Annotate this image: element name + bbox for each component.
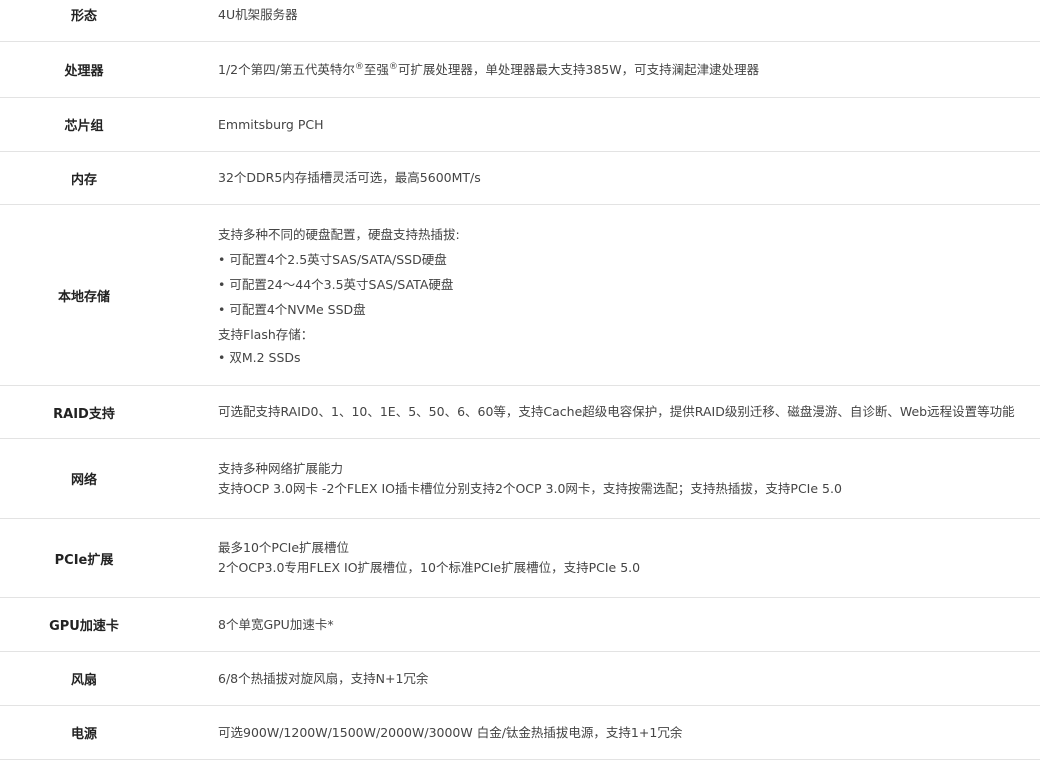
spec-value-line: Emmitsburg PCH (218, 116, 324, 132)
spec-label: 本地存储 (57, 289, 110, 305)
spec-label: 处理器 (64, 64, 104, 79)
spec-value-line: • 可配置4个NVMe SSD盘 (218, 302, 366, 317)
spec-row-memory: 内存 32个DDR5内存插槽灵活可选，最高5600MT/s (0, 152, 1040, 205)
spec-value-line: 可选配支持RAID0、1、10、1E、5、50、6、60等，支持Cache超级电… (218, 404, 1015, 419)
spec-value-line: • 双M.2 SSDs (218, 350, 301, 365)
spec-row-gpu: GPU加速卡 8个单宽GPU加速卡* (0, 598, 1040, 652)
spec-row-form-factor: 形态 4U机架服务器 (0, 0, 1040, 42)
spec-row-raid: RAID支持 可选配支持RAID0、1、10、1E、5、50、6、60等，支持C… (0, 386, 1040, 439)
cpu-text-post: 可扩展处理器，单处理器最大支持385W，可支持澜起津逮处理器 (397, 61, 760, 77)
spec-row-power-supply: 电源 可选900W/1200W/1500W/2000W/3000W 白金/钛金热… (0, 706, 1040, 760)
spec-label: RAID支持 (53, 406, 115, 422)
spec-row-processor: 处理器 1/2个第四/第五代英特尔®至强®可扩展处理器，单处理器最大支持385W… (0, 42, 1040, 98)
spec-value: 1/2个第四/第五代英特尔®至强®可扩展处理器，单处理器最大支持385W，可支持… (168, 60, 1040, 80)
spec-value-line: 4U机架服务器 (218, 7, 298, 22)
spec-value: 4U机架服务器 (168, 0, 1040, 25)
spec-value: Emmitsburg PCH (168, 115, 1040, 135)
spec-value-line: 6/8个热插拔对旋风扇，支持N+1冗余 (218, 670, 429, 686)
spec-value-line: 2个OCP3.0专用FLEX IO扩展槽位，10个标准PCIe扩展槽位，支持PC… (218, 560, 641, 575)
spec-label: GPU加速卡 (49, 619, 119, 634)
cpu-text-pre: 1/2个第四/第五代英特尔 (218, 61, 355, 77)
registered-mark: ® (388, 61, 398, 72)
spec-value: 可选配支持RAID0、1、10、1E、5、50、6、60等，支持Cache超级电… (168, 402, 1040, 422)
spec-label: 形态 (70, 9, 97, 24)
spec-value-line: 支持OCP 3.0网卡 -2个FLEX IO插卡槽位分别支持2个OCP 3.0网… (218, 480, 842, 496)
spec-value: 支持多种网络扩展能力 支持OCP 3.0网卡 -2个FLEX IO插卡槽位分别支… (168, 459, 1040, 499)
spec-value: 最多10个PCIe扩展槽位 2个OCP3.0专用FLEX IO扩展槽位，10个标… (168, 538, 1040, 578)
spec-row-chipset: 芯片组 Emmitsburg PCH (0, 98, 1040, 152)
spec-value-line: • 可配置24～44个3.5英寸SAS/SATA硬盘 (218, 277, 454, 292)
spec-value-line: 1/2个第四/第五代英特尔®至强®可扩展处理器，单处理器最大支持385W，可支持… (218, 60, 1040, 80)
spec-value-line: 最多10个PCIe扩展槽位 (218, 540, 350, 555)
cpu-text-mid: 至强 (363, 61, 389, 77)
spec-value: 6/8个热插拔对旋风扇，支持N+1冗余 (168, 669, 1040, 689)
spec-label: 内存 (70, 172, 97, 188)
spec-label: 网络 (70, 473, 97, 488)
spec-label: 风扇 (70, 673, 97, 688)
spec-value: 可选900W/1200W/1500W/2000W/3000W 白金/钛金热插拔电… (168, 723, 1040, 743)
spec-value-line: 可选900W/1200W/1500W/2000W/3000W 白金/钛金热插拔电… (218, 724, 683, 740)
spec-row-local-storage: 本地存储 支持多种不同的硬盘配置，硬盘支持热插拔: • 可配置4个2.5英寸SA… (0, 205, 1040, 386)
spec-table: 形态 4U机架服务器 处理器 1/2个第四/第五代英特尔®至强®可扩展处理器，单… (0, 0, 1040, 760)
spec-value: 32个DDR5内存插槽灵活可选，最高5600MT/s (168, 168, 1040, 188)
spec-value: 支持多种不同的硬盘配置，硬盘支持热插拔: • 可配置4个2.5英寸SAS/SAT… (168, 222, 1040, 368)
spec-value-line: 8个单宽GPU加速卡* (218, 616, 334, 632)
spec-row-pcie-expansion: PCIe扩展 最多10个PCIe扩展槽位 2个OCP3.0专用FLEX IO扩展… (0, 519, 1040, 598)
spec-label: 芯片组 (64, 119, 104, 134)
spec-value-line: 支持多种网络扩展能力 (218, 460, 344, 476)
spec-value-line: 支持Flash存储： (218, 327, 314, 342)
spec-row-fan: 风扇 6/8个热插拔对旋风扇，支持N+1冗余 (0, 652, 1040, 706)
spec-row-network: 网络 支持多种网络扩展能力 支持OCP 3.0网卡 -2个FLEX IO插卡槽位… (0, 439, 1040, 519)
spec-value-line: 32个DDR5内存插槽灵活可选，最高5600MT/s (218, 170, 481, 185)
spec-value-line: 支持多种不同的硬盘配置，硬盘支持热插拔: (218, 227, 460, 242)
spec-value: 8个单宽GPU加速卡* (168, 615, 1040, 635)
registered-mark: ® (354, 61, 364, 72)
spec-label: 电源 (70, 727, 97, 742)
spec-label: PCIe扩展 (54, 552, 114, 568)
spec-value-line: • 可配置4个2.5英寸SAS/SATA/SSD硬盘 (218, 252, 447, 267)
